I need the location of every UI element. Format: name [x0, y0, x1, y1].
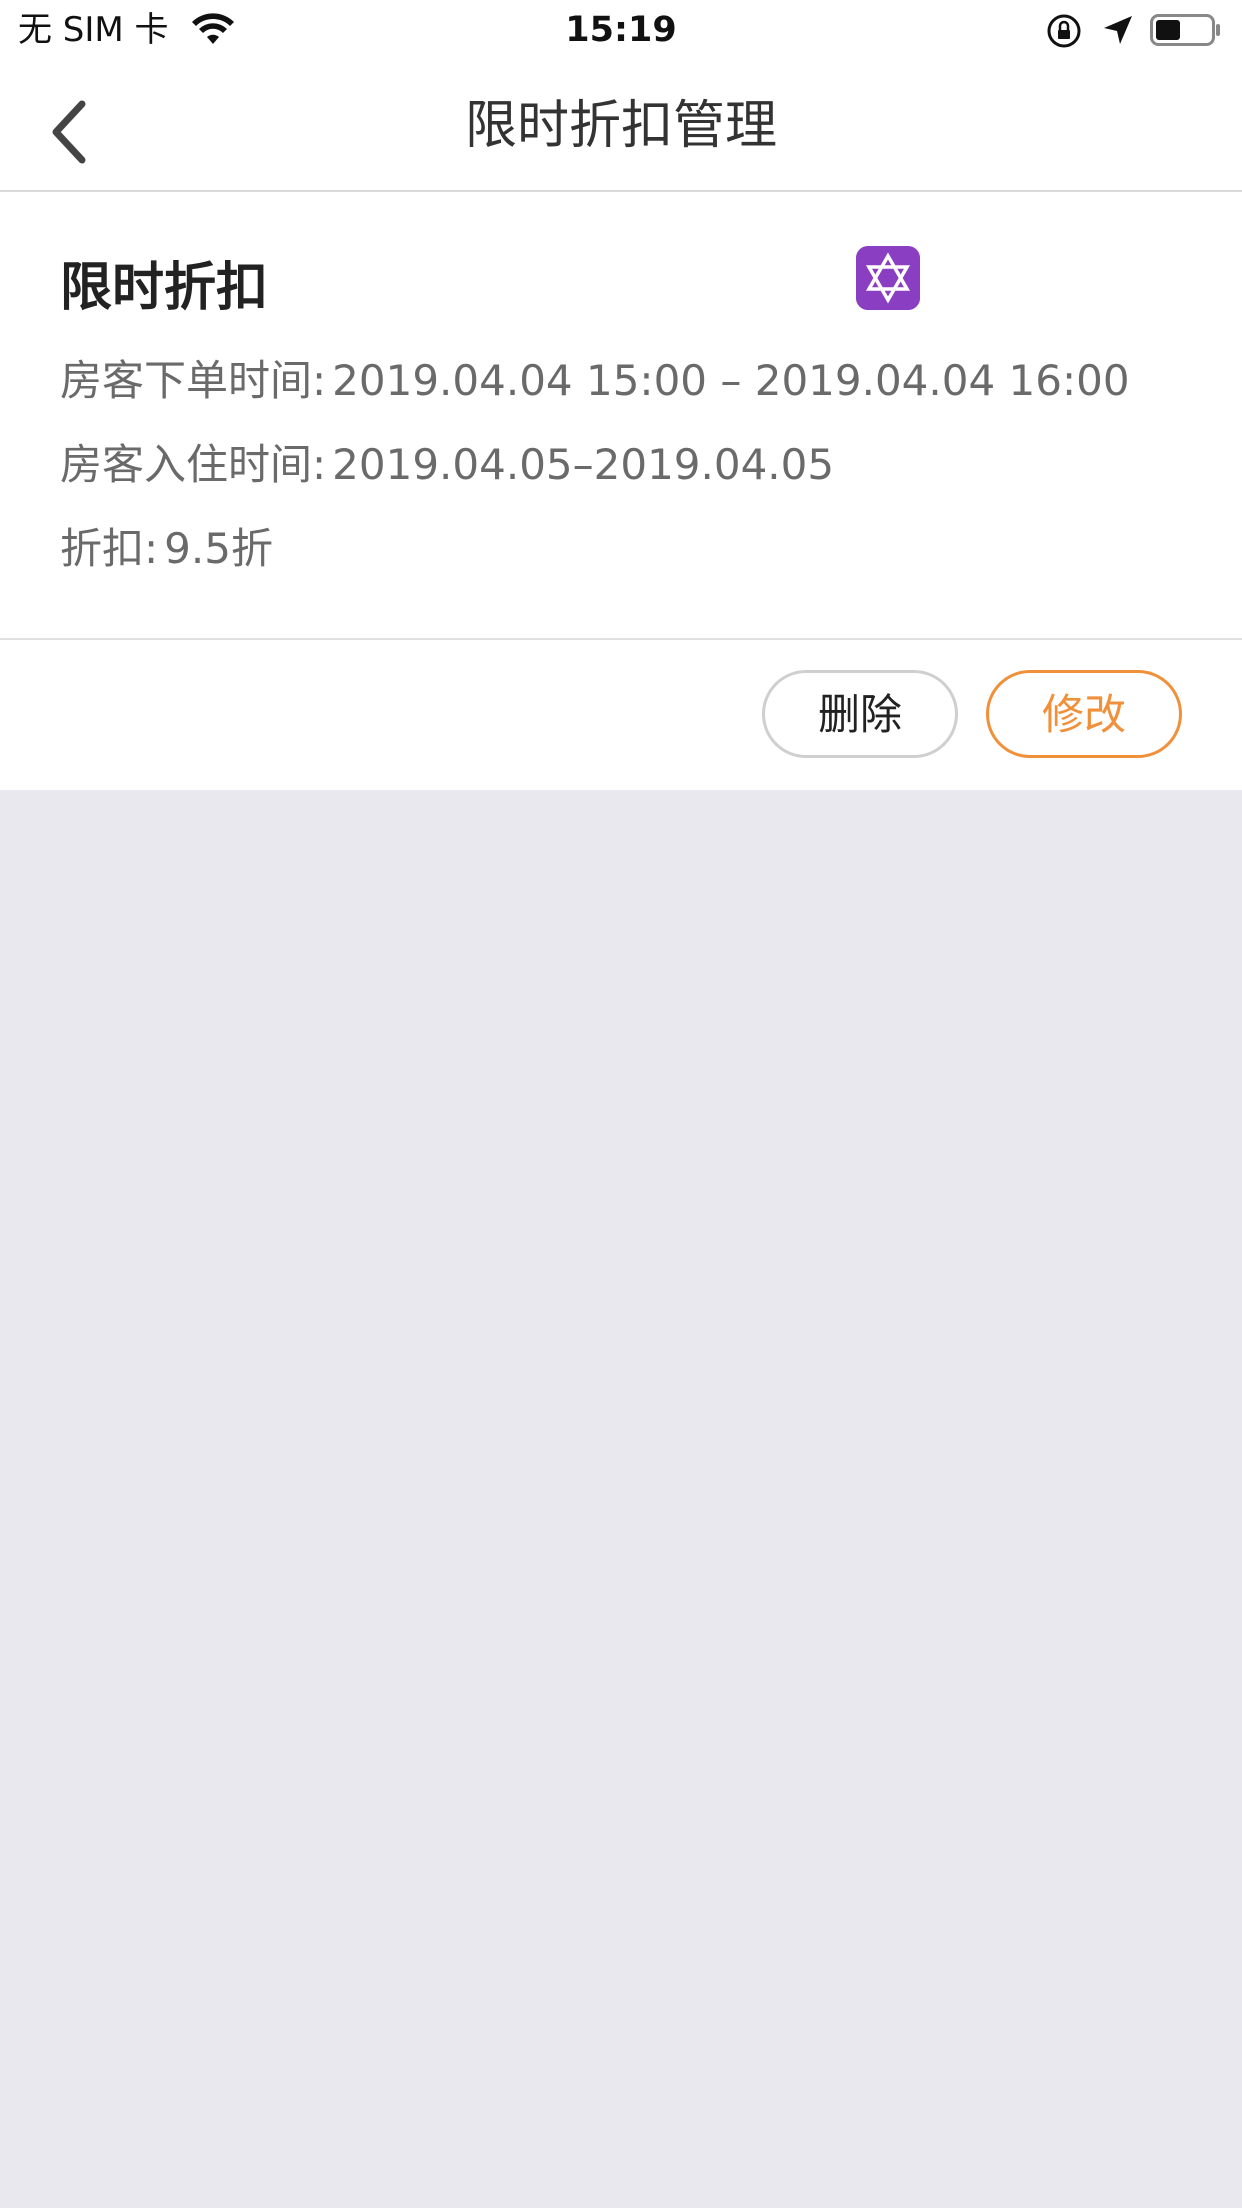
order-time-value: 2019.04.04 15:00 – 2019.04.04 16:00 — [332, 356, 1130, 405]
discount-card: 限时折扣 房客下单时间: 2019.04.04 15:00 – 2019.04.0… — [0, 192, 1242, 640]
checkin-time-value: 2019.04.05–2019.04.05 — [332, 440, 835, 489]
card-title: 限时折扣 — [60, 258, 269, 318]
checkin-time-label: 房客入住时间: — [60, 440, 327, 489]
discount-row: 折扣: 9.5折 — [60, 524, 273, 574]
header: 无 SIM 卡 15:19 限时折扣管理 — [0, 0, 1242, 192]
star-of-david-icon — [856, 246, 920, 310]
battery-icon — [1150, 14, 1220, 46]
rotation-lock-icon — [1047, 14, 1081, 48]
page-title: 限时折扣管理 — [464, 96, 777, 156]
order-time-label: 房客下单时间: — [60, 356, 327, 405]
location-arrow-icon — [1104, 16, 1132, 44]
edit-button[interactable]: 修改 — [986, 670, 1182, 758]
discount-label: 折扣: — [60, 524, 159, 573]
delete-button[interactable]: 删除 — [762, 670, 958, 758]
action-bar: 删除 修改 — [0, 640, 1242, 790]
checkin-time-row: 房客入住时间: 2019.04.05–2019.04.05 — [60, 440, 834, 490]
status-bar: 无 SIM 卡 15:19 — [0, 0, 1242, 64]
discount-value: 9.5折 — [164, 524, 273, 573]
order-time-row: 房客下单时间: 2019.04.04 15:00 – 2019.04.04 16:… — [60, 356, 1130, 406]
